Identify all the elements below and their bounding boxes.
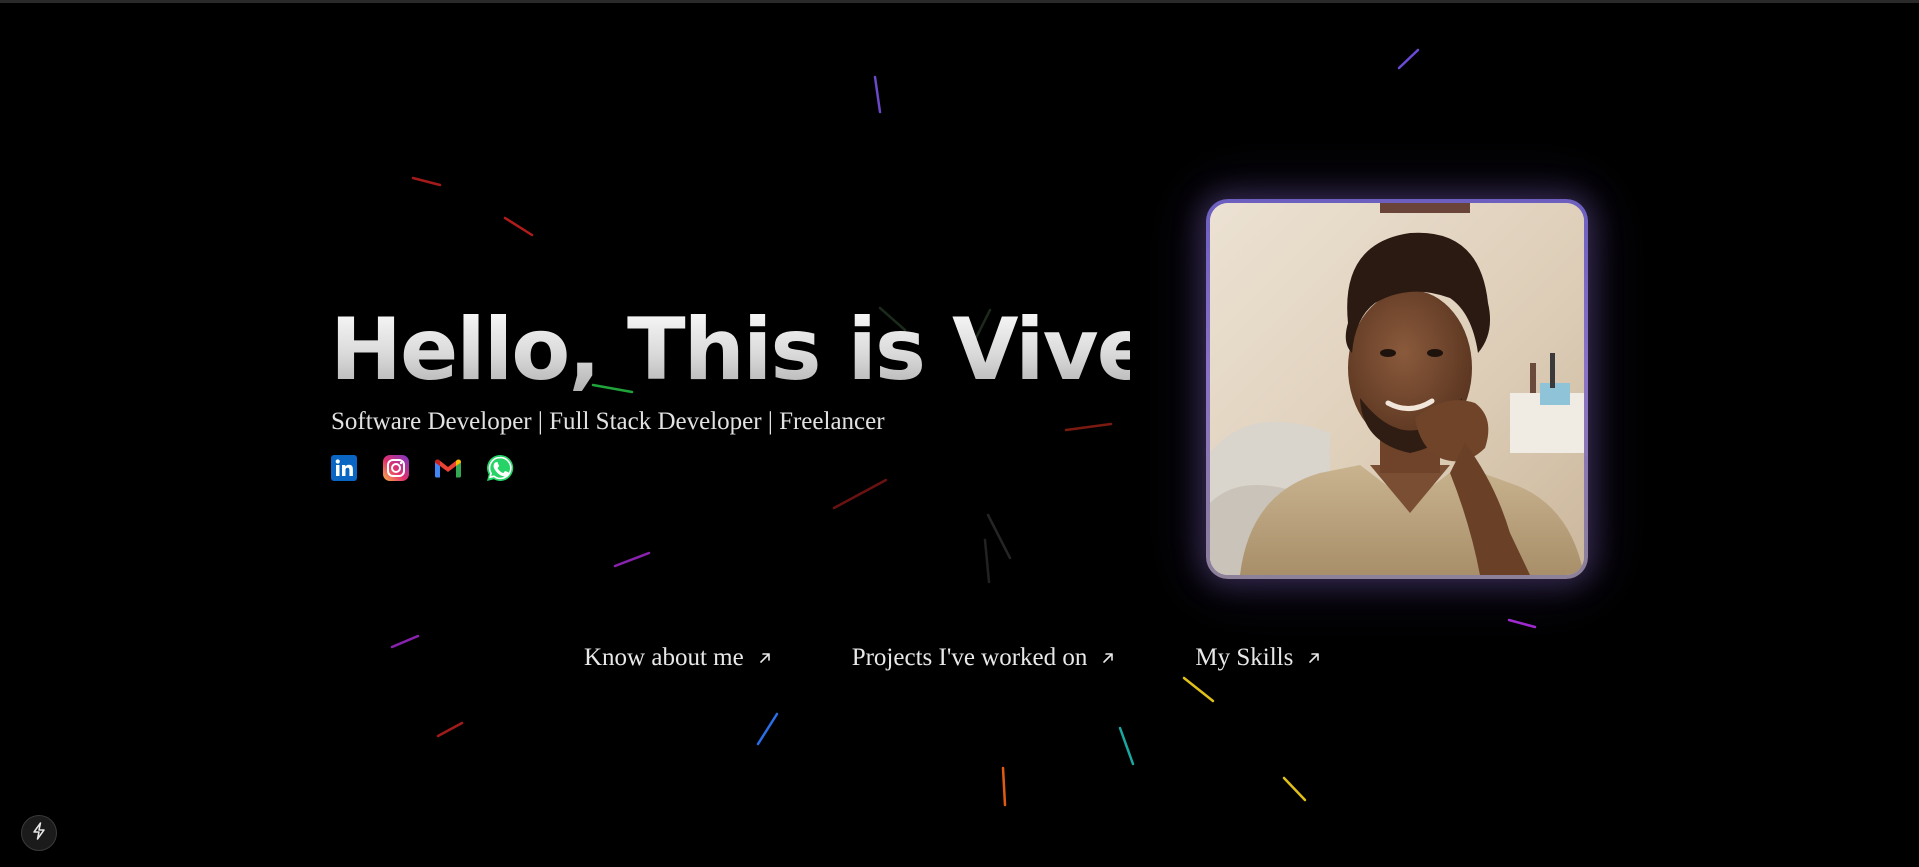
instagram-link[interactable] — [382, 454, 410, 482]
whatsapp-icon — [485, 453, 515, 483]
know-about-me-link[interactable]: Know about me — [584, 640, 772, 676]
gmail-icon — [434, 457, 462, 479]
lightning-bolt-icon — [31, 822, 47, 844]
hero-title: Hello, This is Vivek. — [330, 300, 1241, 400]
social-links — [330, 454, 1130, 482]
projects-label: Projects I've worked on — [851, 644, 1088, 671]
dev-tools-button[interactable] — [21, 815, 57, 851]
linkedin-icon — [331, 455, 357, 481]
projects-link[interactable]: Projects I've worked on — [852, 640, 1116, 676]
gmail-link[interactable] — [434, 454, 462, 482]
arrow-up-right-icon — [758, 651, 772, 665]
arrow-up-right-icon — [1307, 651, 1321, 665]
instagram-icon — [382, 454, 410, 482]
main-nav: Know about me Projects I've worked on My… — [584, 640, 1321, 676]
know-about-me-label: Know about me — [584, 644, 744, 671]
my-skills-label: My Skills — [1195, 644, 1294, 671]
hero-subtitle: Software Developer | Full Stack Develope… — [331, 408, 885, 435]
profile-photo — [1210, 203, 1584, 575]
arrow-up-right-icon — [1101, 651, 1115, 665]
linkedin-link[interactable] — [330, 454, 358, 482]
my-skills-link[interactable]: My Skills — [1195, 640, 1321, 676]
hero-section: Hello, This is Vivek. Software Developer… — [330, 300, 1241, 482]
profile-photo-frame — [1206, 199, 1588, 579]
top-border — [0, 0, 1919, 3]
whatsapp-link[interactable] — [486, 454, 514, 482]
